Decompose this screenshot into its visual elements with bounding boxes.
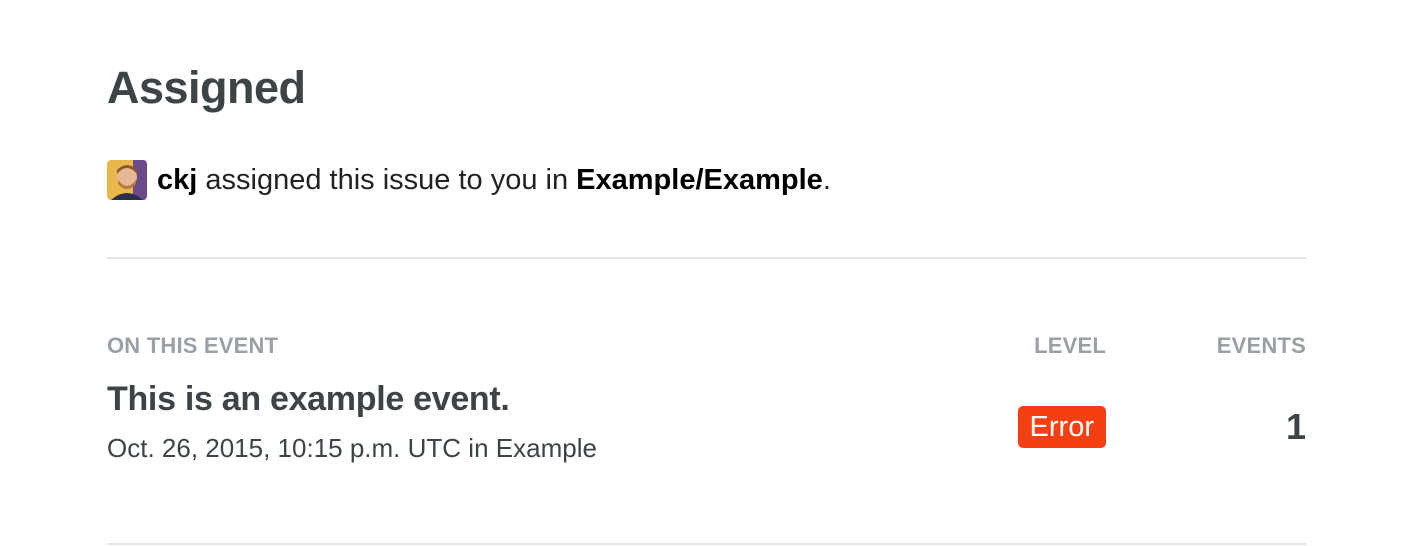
event-title[interactable]: This is an example event. — [107, 380, 510, 419]
column-header-level: Level — [1034, 333, 1106, 358]
avatar — [107, 160, 147, 200]
level-badge: Error — [1017, 406, 1106, 448]
column-header-events: Events — [1216, 333, 1306, 358]
top-divider — [107, 257, 1306, 259]
event-timestamp: Oct. 26, 2015, 10:15 p.m. UTC — [107, 433, 462, 463]
page-title: Assigned — [107, 62, 306, 113]
assignment-project[interactable]: Example/Example — [576, 164, 823, 197]
assignment-trailing-period: . — [822, 163, 831, 196]
assignment-line: ckj assigned this issue to you in Exampl… — [107, 159, 831, 201]
assigner-username[interactable]: ckj — [157, 164, 197, 197]
column-header-on-this-event: On this event — [107, 333, 279, 358]
email-page: Assigned ckj assigned this issue to you … — [0, 0, 1420, 546]
event-count: 1 — [1285, 406, 1306, 447]
avatar-icon — [107, 160, 147, 200]
bottom-divider — [107, 543, 1306, 545]
event-project[interactable]: Example — [496, 433, 597, 463]
event-in-word: in — [468, 433, 489, 463]
assignment-text: assigned this issue to you in — [205, 163, 569, 196]
event-meta: Oct. 26, 2015, 10:15 p.m. UTC in Example — [107, 433, 597, 464]
